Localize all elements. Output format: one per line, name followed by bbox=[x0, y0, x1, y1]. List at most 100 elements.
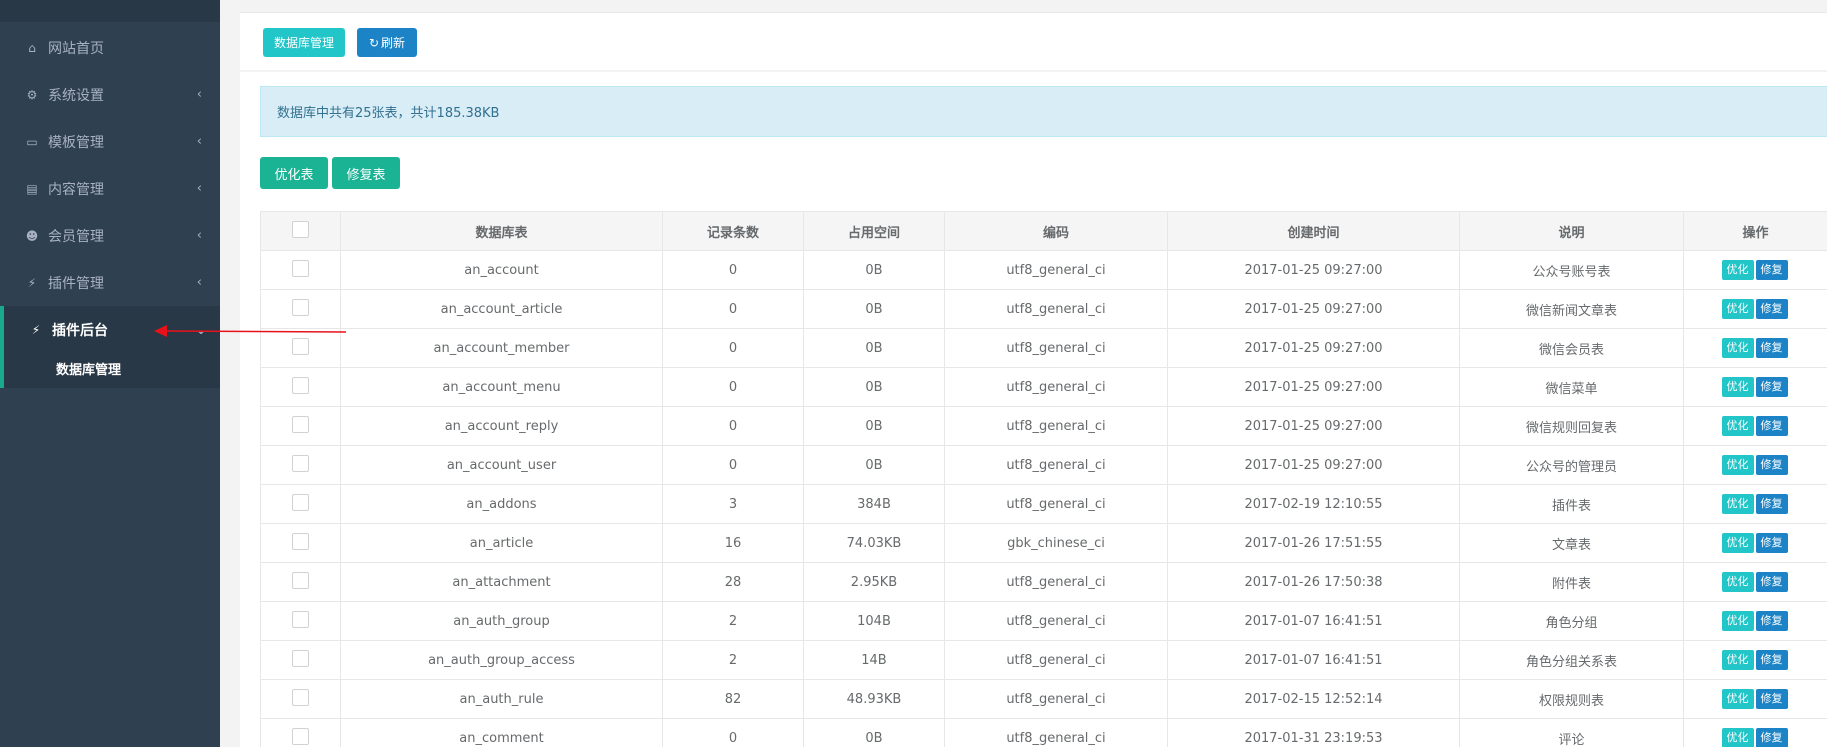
row-repair-button[interactable]: 修复 bbox=[1755, 494, 1788, 514]
row-repair-button[interactable]: 修复 bbox=[1755, 650, 1788, 670]
row-repair-button[interactable]: 修复 bbox=[1755, 338, 1788, 358]
toolbar: 数据库管理 ↻ 刷新 bbox=[240, 12, 1827, 70]
row-optimize-button[interactable]: 优化 bbox=[1721, 572, 1754, 592]
sidebar: ⌂ 网站首页 ⚙ 系统设置 ‹ ▭ 模板管理 ‹ ▤ 内容管理 ‹ ☻ 会员管理 ‹ ⚡ 插件管理 ‹ ⚡ 插件后台… bbox=[0, 0, 220, 747]
optimize-table-button[interactable]: 优化表 bbox=[260, 157, 328, 189]
sidebar-item-label: 模板管理 bbox=[48, 134, 104, 151]
row-repair-button[interactable]: 修复 bbox=[1755, 260, 1788, 280]
refresh-button[interactable]: ↻ 刷新 bbox=[357, 28, 417, 57]
sidebar-item[interactable]: ▭ 模板管理 ‹ bbox=[0, 118, 220, 165]
cell-actions: 优化 修复 bbox=[1683, 367, 1827, 407]
row-optimize-button[interactable]: 优化 bbox=[1721, 455, 1754, 475]
cell-encoding: utf8_general_ci bbox=[944, 679, 1168, 719]
cell-name: an_account_user bbox=[340, 445, 663, 485]
row-checkbox[interactable] bbox=[292, 415, 309, 433]
row-checkbox[interactable] bbox=[292, 376, 309, 394]
cell-created: 2017-01-25 09:27:00 bbox=[1167, 445, 1460, 485]
row-repair-button[interactable]: 修复 bbox=[1755, 572, 1788, 592]
repair-table-button[interactable]: 修复表 bbox=[332, 157, 400, 189]
cell-actions: 优化 修复 bbox=[1683, 640, 1827, 680]
row-repair-button[interactable]: 修复 bbox=[1755, 611, 1788, 631]
cell-actions: 优化 修复 bbox=[1683, 718, 1827, 747]
cell-actions: 优化 修复 bbox=[1683, 562, 1827, 602]
cell-records: 2 bbox=[662, 640, 804, 680]
cell-actions: 优化 修复 bbox=[1683, 679, 1827, 719]
cell-size: 0B bbox=[803, 367, 945, 407]
optimize-table-label: 优化表 bbox=[274, 167, 314, 183]
sidebar-item-label: 插件管理 bbox=[48, 275, 104, 292]
row-repair-button[interactable]: 修复 bbox=[1755, 455, 1788, 475]
cell-encoding: utf8_general_ci bbox=[944, 406, 1168, 446]
table-row: an_account_reply 0 0B utf8_general_ci 2017-0… bbox=[260, 406, 1827, 446]
cell-size: 0B bbox=[803, 718, 945, 747]
row-checkbox[interactable] bbox=[292, 337, 309, 355]
row-optimize-button[interactable]: 优化 bbox=[1721, 494, 1754, 514]
db-manage-label: 数据库管理 bbox=[273, 36, 334, 50]
row-optimize-button[interactable]: 优化 bbox=[1721, 260, 1754, 280]
sidebar-item[interactable]: ⚙ 系统设置 ‹ bbox=[0, 71, 220, 118]
main-content: 数据库管理 ↻ 刷新 数据库中共有25张表，共计185.38KB 优化表 修复表 bbox=[240, 0, 1827, 747]
cell-desc: 公众号账号表 bbox=[1459, 250, 1684, 290]
row-checkbox[interactable] bbox=[292, 298, 309, 316]
cell-created: 2017-01-25 09:27:00 bbox=[1167, 406, 1460, 446]
row-optimize-button[interactable]: 优化 bbox=[1721, 689, 1754, 709]
sidebar-item[interactable]: ⚡ 插件管理 ‹ bbox=[0, 259, 220, 306]
sidebar-subitem[interactable]: 数据库管理 bbox=[4, 353, 220, 383]
row-repair-button[interactable]: 修复 bbox=[1755, 416, 1788, 436]
row-optimize-button[interactable]: 优化 bbox=[1721, 533, 1754, 553]
row-select-cell bbox=[260, 484, 341, 524]
cell-desc: 权限规则表 bbox=[1459, 679, 1684, 719]
row-optimize-button[interactable]: 优化 bbox=[1721, 299, 1754, 319]
row-checkbox[interactable] bbox=[292, 649, 309, 667]
cell-created: 2017-01-25 09:27:00 bbox=[1167, 367, 1460, 407]
row-checkbox[interactable] bbox=[292, 454, 309, 472]
sidebar-item[interactable]: ☻ 会员管理 ‹ bbox=[0, 212, 220, 259]
row-checkbox[interactable] bbox=[292, 571, 309, 589]
sidebar-item[interactable]: ⌂ 网站首页 bbox=[0, 24, 220, 71]
db-manage-button[interactable]: 数据库管理 bbox=[263, 28, 345, 57]
sidebar-item[interactable]: ▤ 内容管理 ‹ bbox=[0, 165, 220, 212]
cell-encoding: utf8_general_ci bbox=[944, 367, 1168, 407]
cell-size: 74.03KB bbox=[803, 523, 945, 563]
row-repair-button[interactable]: 修复 bbox=[1755, 728, 1788, 747]
row-optimize-button[interactable]: 优化 bbox=[1721, 650, 1754, 670]
row-select-cell bbox=[260, 718, 341, 747]
row-repair-button[interactable]: 修复 bbox=[1755, 533, 1788, 553]
annotation-arrow bbox=[154, 325, 347, 337]
cell-desc: 文章表 bbox=[1459, 523, 1684, 563]
row-checkbox[interactable] bbox=[292, 727, 309, 745]
cell-name: an_auth_group bbox=[340, 601, 663, 641]
cell-records: 2 bbox=[662, 601, 804, 641]
column-header: 操作 bbox=[1683, 211, 1827, 251]
row-checkbox[interactable] bbox=[292, 688, 309, 706]
select-all-checkbox[interactable] bbox=[292, 220, 309, 238]
table-row: an_attachment 28 2.95KB utf8_general_ci 2017… bbox=[260, 562, 1827, 602]
cell-encoding: utf8_general_ci bbox=[944, 484, 1168, 524]
row-optimize-button[interactable]: 优化 bbox=[1721, 728, 1754, 747]
cell-name: an_account_article bbox=[340, 289, 663, 329]
cell-encoding: utf8_general_ci bbox=[944, 328, 1168, 368]
row-checkbox[interactable] bbox=[292, 610, 309, 628]
chevron-left-icon: ‹ bbox=[196, 228, 202, 243]
row-optimize-button[interactable]: 优化 bbox=[1721, 338, 1754, 358]
cell-actions: 优化 修复 bbox=[1683, 250, 1827, 290]
row-optimize-button[interactable]: 优化 bbox=[1721, 377, 1754, 397]
row-repair-button[interactable]: 修复 bbox=[1755, 377, 1788, 397]
row-checkbox[interactable] bbox=[292, 532, 309, 550]
content-panel: 数据库中共有25张表，共计185.38KB 优化表 修复表 数据库表 记录条数 … bbox=[240, 72, 1827, 747]
row-repair-button[interactable]: 修复 bbox=[1755, 299, 1788, 319]
row-repair-button[interactable]: 修复 bbox=[1755, 689, 1788, 709]
row-checkbox[interactable] bbox=[292, 259, 309, 277]
cell-encoding: utf8_general_ci bbox=[944, 601, 1168, 641]
chevron-left-icon: ‹ bbox=[196, 181, 202, 196]
row-optimize-button[interactable]: 优化 bbox=[1721, 416, 1754, 436]
cell-records: 0 bbox=[662, 250, 804, 290]
cell-created: 2017-01-26 17:50:38 bbox=[1167, 562, 1460, 602]
cell-encoding: utf8_general_ci bbox=[944, 445, 1168, 485]
row-optimize-button[interactable]: 优化 bbox=[1721, 611, 1754, 631]
cell-encoding: gbk_chinese_ci bbox=[944, 523, 1168, 563]
row-checkbox[interactable] bbox=[292, 493, 309, 511]
cell-encoding: utf8_general_ci bbox=[944, 289, 1168, 329]
cell-created: 2017-01-31 23:19:53 bbox=[1167, 718, 1460, 747]
table-row: an_account_user 0 0B utf8_general_ci 2017-01… bbox=[260, 445, 1827, 485]
